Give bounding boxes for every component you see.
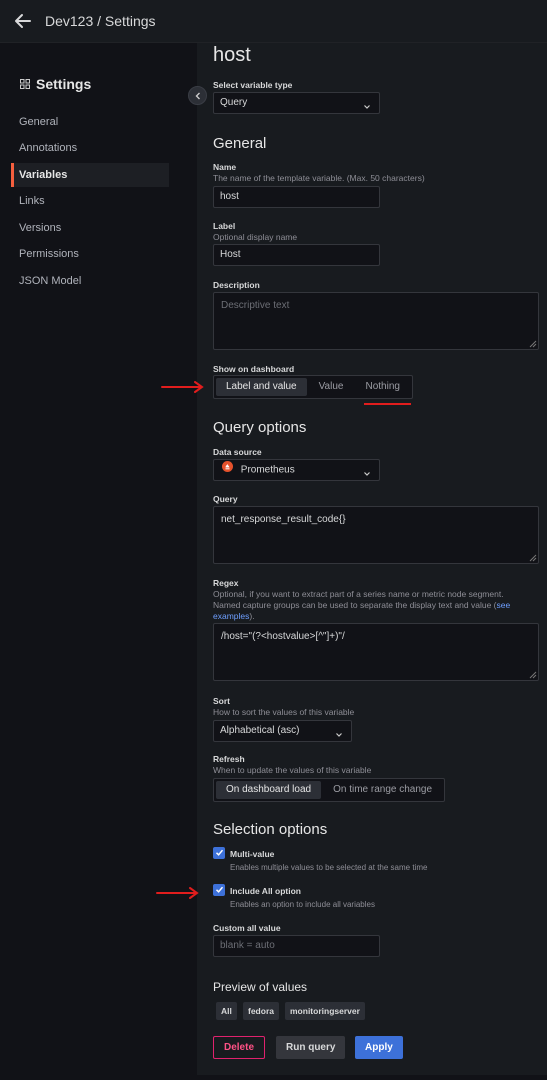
chevron-left-icon [194, 89, 202, 103]
option-value[interactable]: Value [309, 378, 354, 396]
chevron-down-icon [363, 466, 371, 476]
breadcrumb: Dev123 / Settings [45, 13, 156, 29]
regex-description-text: Optional, if you want to extract part of… [213, 589, 504, 610]
back-arrow-icon[interactable] [12, 11, 34, 31]
option-on-dashboard-load[interactable]: On dashboard load [216, 781, 322, 799]
preview-chip: monitoringserver [285, 1002, 365, 1020]
data-source-select[interactable]: Prometheus [213, 459, 380, 481]
delete-button[interactable]: Delete [213, 1036, 266, 1059]
custom-all-value-label: Custom all value [213, 923, 281, 933]
refresh-description: When to update the values of this variab… [213, 765, 372, 775]
sidebar-title-text: Settings [36, 76, 92, 92]
include-all-description: Enables an option to include all variabl… [230, 900, 375, 909]
data-source-value: Prometheus [240, 464, 295, 476]
apply-button[interactable]: Apply [355, 1036, 403, 1059]
label-field-description: Optional display name [213, 232, 298, 242]
sidebar-item-versions[interactable]: Versions [11, 216, 169, 240]
selection-options-heading: Selection options [213, 821, 328, 838]
data-source-label: Data source [213, 447, 262, 457]
refresh-radio-group: On dashboard load On time range change [213, 778, 446, 802]
sidebar-item-json-model[interactable]: JSON Model [11, 269, 169, 293]
preview-chip: fedora [243, 1002, 279, 1020]
multi-value-label: Multi-value [230, 849, 275, 859]
annotation-underline [364, 403, 411, 405]
regex-description-end: ). [249, 611, 255, 621]
resize-grip-icon[interactable] [528, 553, 537, 562]
refresh-label: Refresh [213, 754, 245, 764]
resize-grip-icon[interactable] [528, 339, 537, 348]
show-on-dashboard-radio-group: Label and value Value Nothing [213, 375, 413, 399]
name-input[interactable]: host [213, 186, 380, 208]
preview-chip: All [216, 1002, 237, 1020]
chevron-down-icon [335, 727, 343, 737]
option-label-and-value[interactable]: Label and value [216, 378, 307, 396]
include-all-checkbox[interactable] [213, 884, 225, 896]
sidebar-item-annotations[interactable]: Annotations [11, 136, 169, 160]
top-bar: Dev123 / Settings [0, 0, 547, 43]
variable-type-select[interactable]: Query [213, 92, 380, 114]
apps-grid-icon [20, 76, 30, 92]
sort-select[interactable]: Alphabetical (asc) [213, 720, 352, 742]
prometheus-icon [222, 460, 233, 480]
sidebar-item-variables[interactable]: Variables [11, 163, 169, 187]
checkmark-icon [215, 846, 224, 860]
query-value: net_response_result_code{} [221, 514, 346, 525]
description-placeholder: Descriptive text [221, 300, 290, 311]
sort-description: How to sort the values of this variable [213, 707, 355, 717]
query-label: Query [213, 494, 238, 504]
resize-grip-icon[interactable] [528, 670, 537, 679]
query-textarea[interactable]: net_response_result_code{} [213, 506, 539, 564]
query-options-heading: Query options [213, 419, 307, 436]
sidebar-title: Settings [20, 76, 91, 92]
sidebar-item-permissions[interactable]: Permissions [11, 242, 169, 266]
variable-type-label: Select variable type [213, 80, 293, 90]
option-on-time-range-change[interactable]: On time range change [323, 781, 442, 799]
sort-value: Alphabetical (asc) [220, 725, 300, 736]
name-label: Name [213, 162, 237, 172]
preview-heading: Preview of values [213, 980, 308, 994]
annotation-arrow-icon [155, 886, 201, 903]
run-query-button[interactable]: Run query [276, 1036, 346, 1059]
regex-textarea[interactable]: /host="(?<hostvalue>[^"]+)"/ [213, 623, 539, 681]
settings-sidebar: Settings General Annotations Variables L… [0, 43, 197, 1080]
general-heading: General [213, 135, 267, 152]
multi-value-checkbox[interactable] [213, 847, 225, 859]
sidebar-item-general[interactable]: General [11, 110, 169, 134]
description-label: Description [213, 280, 260, 290]
multi-value-description: Enables multiple values to be selected a… [230, 863, 428, 872]
label-input[interactable]: Host [213, 244, 380, 266]
variable-type-value: Query [220, 97, 248, 108]
regex-description: Optional, if you want to extract part of… [213, 589, 533, 622]
collapse-sidebar-button[interactable] [188, 86, 207, 105]
regex-label: Regex [213, 578, 239, 588]
option-nothing[interactable]: Nothing [355, 378, 409, 396]
name-description: The name of the template variable. (Max.… [213, 173, 425, 183]
checkmark-icon [215, 883, 224, 897]
sort-label: Sort [213, 696, 230, 706]
regex-value: /host="(?<hostvalue>[^"]+)"/ [221, 631, 345, 642]
description-textarea[interactable]: Descriptive text [213, 292, 539, 350]
show-on-dashboard-label: Show on dashboard [213, 364, 295, 374]
label-field-label: Label [213, 221, 236, 231]
sidebar-item-links[interactable]: Links [11, 189, 169, 213]
variable-name-heading: host [213, 44, 251, 66]
include-all-label: Include All option [230, 886, 301, 896]
annotation-arrow-icon [160, 380, 206, 397]
custom-all-value-input[interactable]: blank = auto [213, 935, 380, 957]
chevron-down-icon [363, 99, 371, 109]
